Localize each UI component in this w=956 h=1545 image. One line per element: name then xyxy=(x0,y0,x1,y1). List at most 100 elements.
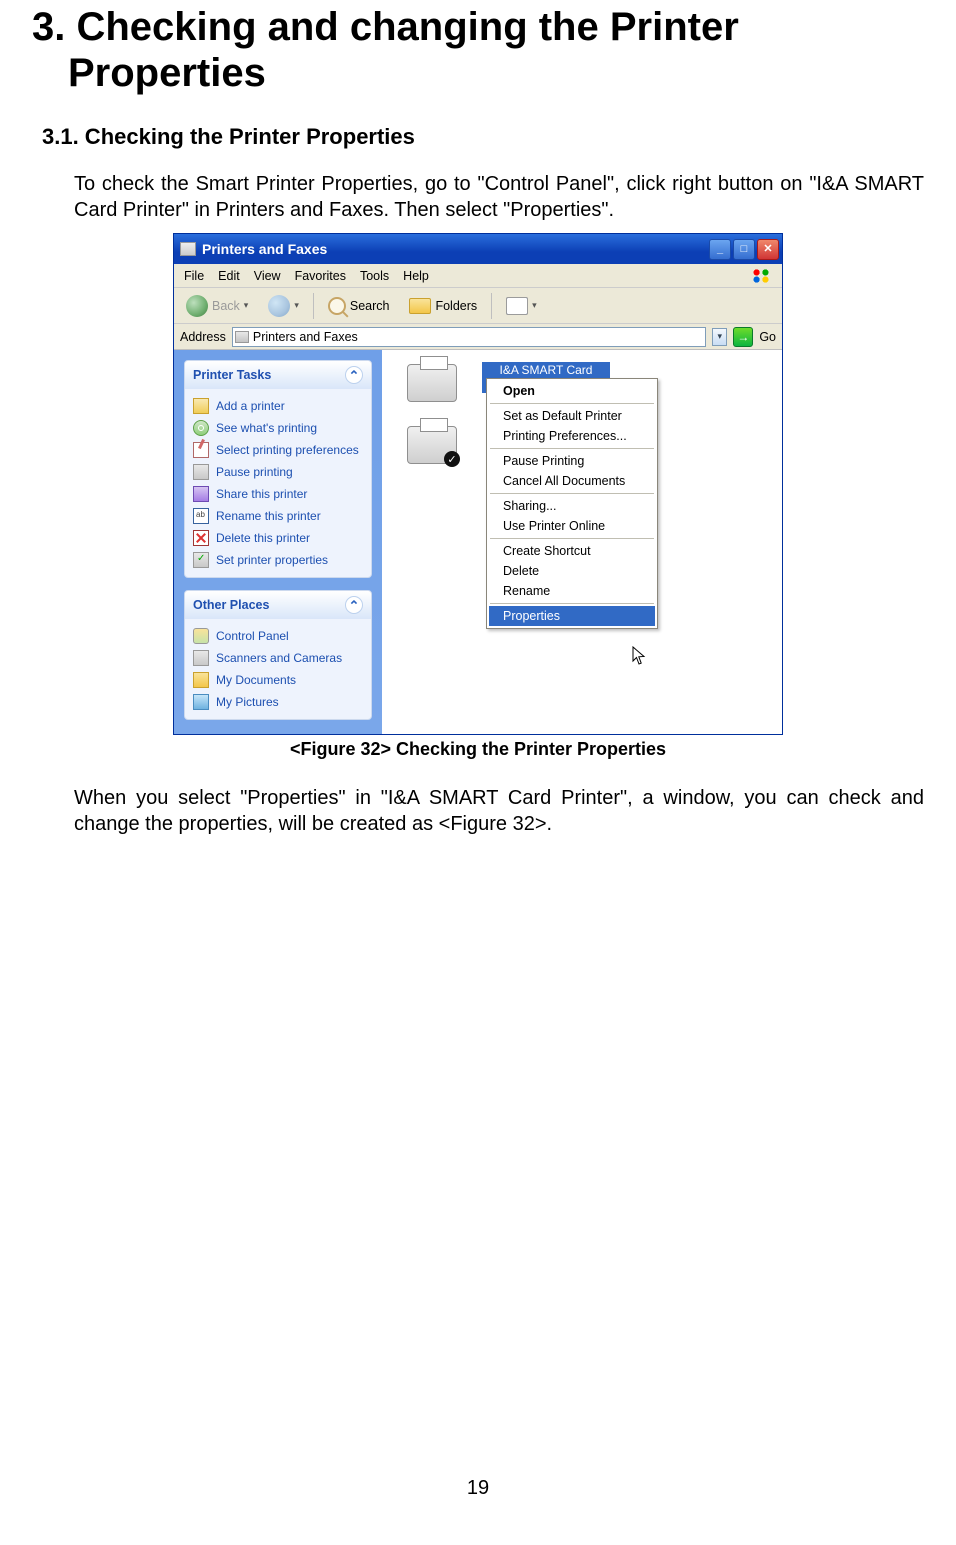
collapse-icon[interactable]: ⌃ xyxy=(345,596,363,614)
separator xyxy=(491,293,492,319)
ctx-rename[interactable]: Rename xyxy=(489,581,655,601)
folder-icon xyxy=(409,298,431,314)
dropdown-icon: ▾ xyxy=(294,300,299,311)
menu-edit[interactable]: Edit xyxy=(218,269,240,283)
go-button[interactable]: → xyxy=(733,327,753,347)
link-control-panel[interactable]: Control Panel xyxy=(191,625,365,647)
printer-item-default[interactable] xyxy=(396,426,468,464)
ctx-set-default[interactable]: Set as Default Printer xyxy=(489,406,655,426)
toolbar: Back ▾ ▾ Search Folders xyxy=(174,288,782,324)
paragraph-2: When you select "Properties" in "I&A SMA… xyxy=(74,786,924,837)
windows-flag-icon[interactable] xyxy=(750,267,772,285)
address-field[interactable]: Printers and Faxes xyxy=(232,327,706,347)
documents-icon xyxy=(193,672,209,688)
properties-icon xyxy=(193,552,209,568)
link-label: Control Panel xyxy=(216,629,289,643)
ctx-sharing[interactable]: Sharing... xyxy=(489,496,655,516)
ctx-open[interactable]: Open xyxy=(489,381,655,401)
menu-file[interactable]: File xyxy=(184,269,204,283)
see-printing-icon xyxy=(193,420,209,436)
folders-label: Folders xyxy=(435,299,477,313)
printers-folder-icon xyxy=(180,242,196,256)
window-title: Printers and Faxes xyxy=(202,241,709,257)
separator xyxy=(490,538,654,539)
task-label: Delete this printer xyxy=(216,531,310,545)
task-rename-printer[interactable]: Rename this printer xyxy=(191,505,365,527)
figure-caption: <Figure 32> Checking the Printer Propert… xyxy=(32,739,924,760)
preferences-icon xyxy=(193,442,209,458)
pictures-icon xyxy=(193,694,209,710)
page-heading-2: 3.1. Checking the Printer Properties xyxy=(42,124,924,150)
task-select-preferences[interactable]: Select printing preferences xyxy=(191,439,365,461)
printers-folder-icon xyxy=(235,331,249,343)
ctx-use-online[interactable]: Use Printer Online xyxy=(489,516,655,536)
menu-favorites[interactable]: Favorites xyxy=(295,269,346,283)
printer-icon xyxy=(407,364,457,402)
printer-tasks-panel: Printer Tasks ⌃ Add a printer See what's… xyxy=(184,360,372,578)
ctx-properties[interactable]: Properties xyxy=(489,606,655,626)
context-menu: Open Set as Default Printer Printing Pre… xyxy=(486,378,658,629)
printer-icon xyxy=(407,426,457,464)
task-delete-printer[interactable]: Delete this printer xyxy=(191,527,365,549)
link-label: Scanners and Cameras xyxy=(216,651,342,665)
back-arrow-icon xyxy=(186,295,208,317)
back-button[interactable]: Back ▾ xyxy=(180,292,254,320)
search-button[interactable]: Search xyxy=(322,294,396,318)
control-panel-icon xyxy=(193,628,209,644)
forward-button[interactable]: ▾ xyxy=(262,292,305,320)
share-icon xyxy=(193,486,209,502)
link-my-documents[interactable]: My Documents xyxy=(191,669,365,691)
views-icon xyxy=(506,297,528,315)
separator xyxy=(490,493,654,494)
page-number: 19 xyxy=(32,1477,924,1500)
collapse-icon[interactable]: ⌃ xyxy=(345,366,363,384)
ctx-delete[interactable]: Delete xyxy=(489,561,655,581)
printer-item-generic[interactable] xyxy=(396,364,468,402)
address-value: Printers and Faxes xyxy=(253,330,358,344)
window-minimize-button[interactable]: _ xyxy=(709,239,731,260)
task-label: Select printing preferences xyxy=(216,444,359,457)
pause-icon xyxy=(193,464,209,480)
link-label: My Documents xyxy=(216,673,296,687)
ctx-cancel-all[interactable]: Cancel All Documents xyxy=(489,471,655,491)
window-titlebar[interactable]: Printers and Faxes _ □ ✕ xyxy=(174,234,782,264)
page-heading-1: 3. Checking and changing the Printer Pro… xyxy=(68,4,924,96)
task-label: Pause printing xyxy=(216,465,293,479)
task-label: Rename this printer xyxy=(216,509,321,523)
separator xyxy=(490,403,654,404)
task-set-properties[interactable]: Set printer properties xyxy=(191,549,365,571)
task-see-printing[interactable]: See what's printing xyxy=(191,417,365,439)
printer-tasks-title: Printer Tasks xyxy=(193,368,271,382)
scanner-icon xyxy=(193,650,209,666)
ctx-pause-printing[interactable]: Pause Printing xyxy=(489,451,655,471)
folders-button[interactable]: Folders xyxy=(403,295,483,317)
dropdown-icon: ▾ xyxy=(532,300,537,311)
task-label: Add a printer xyxy=(216,399,285,413)
side-panel: Printer Tasks ⌃ Add a printer See what's… xyxy=(174,350,382,734)
menubar: File Edit View Favorites Tools Help xyxy=(174,264,782,288)
link-scanners-cameras[interactable]: Scanners and Cameras xyxy=(191,647,365,669)
delete-icon xyxy=(193,530,209,546)
task-add-printer[interactable]: Add a printer xyxy=(191,395,365,417)
folder-content-area[interactable]: I&A SMART Card Printer Open Set as Defau… xyxy=(382,350,782,734)
menu-help[interactable]: Help xyxy=(403,269,429,283)
ctx-printing-preferences[interactable]: Printing Preferences... xyxy=(489,426,655,446)
back-label: Back xyxy=(212,299,240,313)
menu-view[interactable]: View xyxy=(254,269,281,283)
address-dropdown-button[interactable]: ▾ xyxy=(712,328,727,346)
views-button[interactable]: ▾ xyxy=(500,294,543,318)
task-share-printer[interactable]: Share this printer xyxy=(191,483,365,505)
other-places-panel: Other Places ⌃ Control Panel Scanners an… xyxy=(184,590,372,720)
task-pause-printing[interactable]: Pause printing xyxy=(191,461,365,483)
address-bar: Address Printers and Faxes ▾ → Go xyxy=(174,324,782,350)
window-close-button[interactable]: ✕ xyxy=(757,239,779,260)
menu-tools[interactable]: Tools xyxy=(360,269,389,283)
go-label: Go xyxy=(759,330,776,344)
separator xyxy=(313,293,314,319)
separator xyxy=(490,603,654,604)
window-maximize-button[interactable]: □ xyxy=(733,239,755,260)
ctx-create-shortcut[interactable]: Create Shortcut xyxy=(489,541,655,561)
forward-arrow-icon xyxy=(268,295,290,317)
address-label: Address xyxy=(180,330,226,344)
link-my-pictures[interactable]: My Pictures xyxy=(191,691,365,713)
